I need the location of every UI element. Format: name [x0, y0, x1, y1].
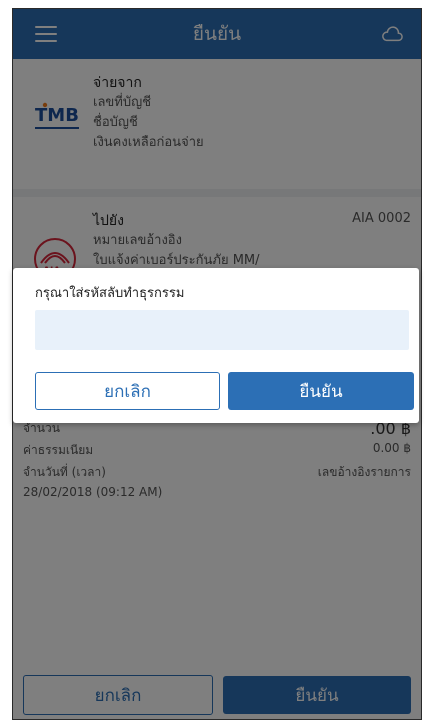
dialog-confirm-button[interactable]: ยืนยัน [228, 372, 414, 410]
dialog-title: กรุณาใส่รหัสลับทำธุรกรรม [35, 286, 185, 301]
pin-dialog: กรุณาใส่รหัสลับทำธุรกรรม ยกเลิก ยืนยัน [13, 268, 419, 423]
transaction-pin-input[interactable] [35, 310, 409, 350]
dialog-cancel-button[interactable]: ยกเลิก [35, 372, 220, 410]
